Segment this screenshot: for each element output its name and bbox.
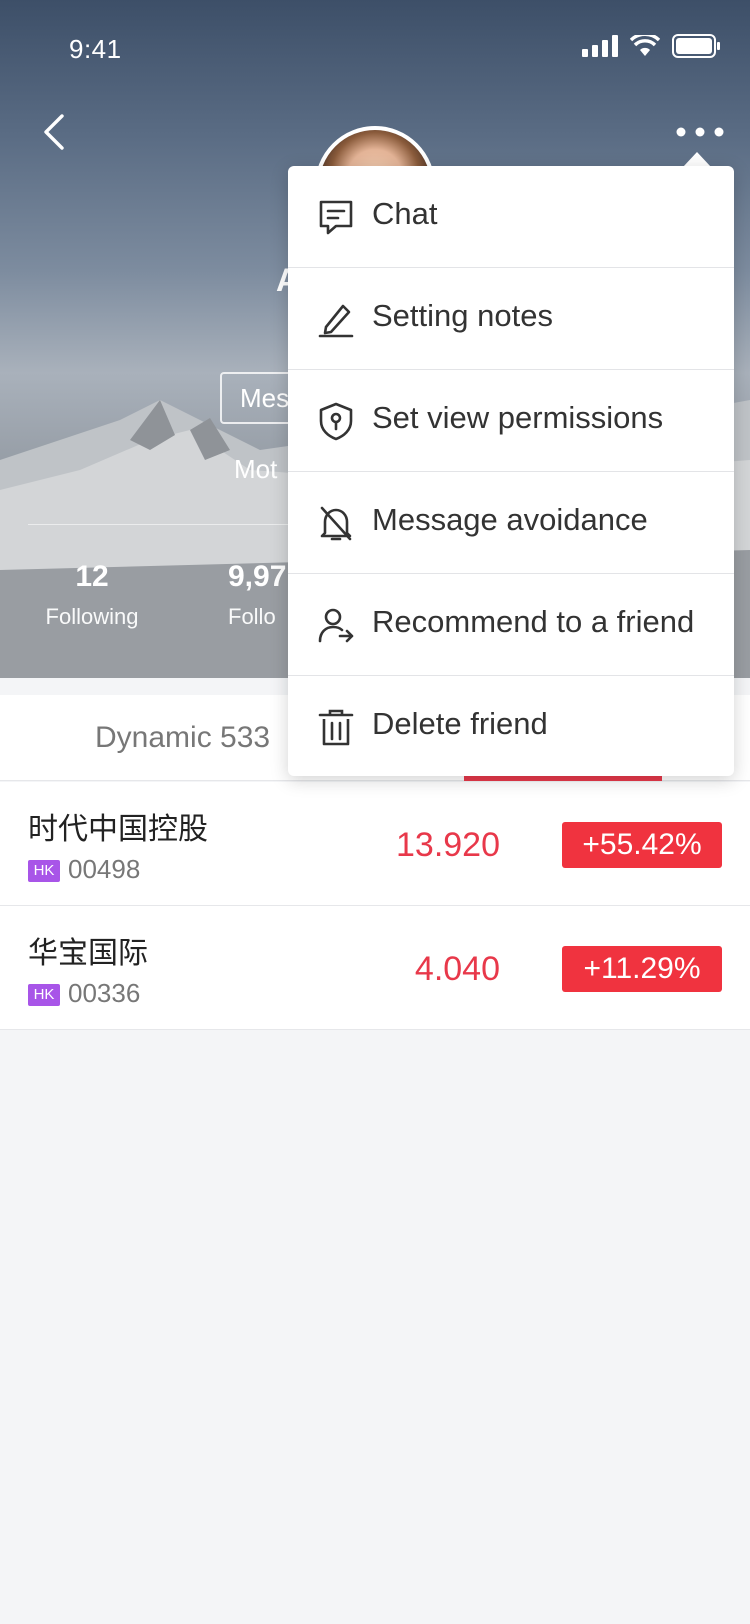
menu-item-label: Delete friend	[372, 706, 548, 741]
profile-motto: Mot	[234, 454, 278, 484]
trash-icon	[318, 709, 354, 746]
menu-item-recommend-to-friend[interactable]: Recommend to a friend	[288, 574, 734, 676]
stock-code: 00336	[68, 978, 141, 1008]
more-options-menu: Chat Setting notes Set view permissions	[288, 166, 734, 776]
status-bar: 9:41	[0, 0, 750, 96]
chat-icon	[319, 200, 353, 235]
menu-item-label: Set view permissions	[372, 400, 664, 435]
menu-item-set-view-permissions[interactable]: Set view permissions	[288, 370, 734, 472]
menu-item-delete-friend[interactable]: Delete friend	[288, 676, 734, 778]
bell-off-icon	[320, 506, 352, 541]
stat-following-label: Following	[45, 604, 139, 629]
stock-code: 00498	[68, 854, 141, 884]
status-time: 9:41	[69, 34, 122, 64]
screen: 9:41 Mes Mot 12 Following 9,97 Follo Dyn…	[0, 0, 750, 1624]
shield-icon	[319, 402, 353, 441]
menu-item-label: Chat	[372, 196, 438, 231]
stock-row[interactable]: 华宝国际 HK 00336 4.040 +11.29%	[0, 906, 750, 1030]
menu-item-label: Message avoidance	[372, 502, 648, 537]
user-share-icon	[318, 608, 354, 643]
market-badge: HK	[28, 984, 60, 1006]
menu-item-message-avoidance[interactable]: Message avoidance	[288, 472, 734, 574]
signal-icon	[582, 35, 618, 57]
more-options-icon[interactable]	[672, 112, 728, 152]
menu-item-label: Recommend to a friend	[372, 604, 695, 639]
stock-price: 4.040	[414, 950, 500, 988]
stat-following-value: 12	[75, 560, 109, 593]
menu-item-setting-notes[interactable]: Setting notes	[288, 268, 734, 370]
stock-name: 华宝国际	[28, 937, 148, 970]
stock-change-badge: +11.29%	[562, 946, 722, 992]
menu-item-label: Setting notes	[372, 298, 553, 333]
tab-dynamic[interactable]: Dynamic 533	[95, 721, 270, 755]
stock-row[interactable]: 时代中国控股 HK 00498 13.920 +55.42%	[0, 782, 750, 906]
stock-name: 时代中国控股	[28, 813, 208, 846]
stock-price: 13.920	[396, 826, 500, 864]
stock-change-badge: +55.42%	[562, 822, 722, 868]
back-arrow-icon[interactable]	[34, 110, 78, 154]
battery-icon	[672, 34, 720, 58]
menu-pointer	[683, 152, 711, 167]
menu-item-chat[interactable]: Chat	[288, 166, 734, 268]
market-badge: HK	[28, 860, 60, 882]
stat-following[interactable]: 12 Following	[40, 560, 144, 630]
status-icons	[582, 34, 720, 58]
wifi-icon	[630, 35, 660, 56]
pencil-icon	[318, 304, 354, 338]
